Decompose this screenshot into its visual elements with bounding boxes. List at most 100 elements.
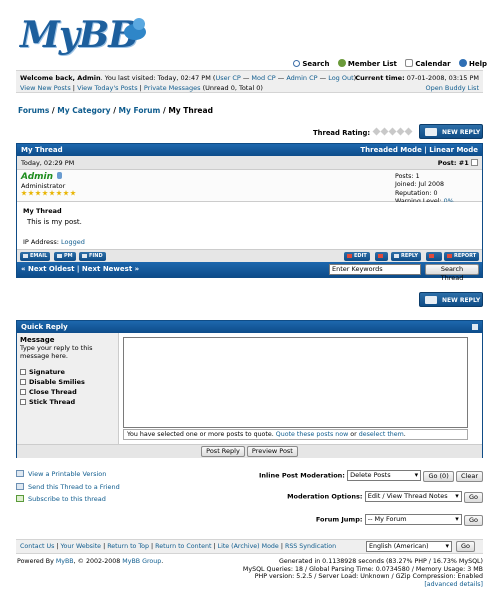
lite-mode-link[interactable]: Lite (Archive) Mode [218, 543, 279, 550]
new-reply-button-bottom[interactable]: NEW REPLY [419, 292, 483, 307]
moderation-options-select[interactable]: Edit / View Thread Notes [364, 491, 462, 502]
debug-queries: MySQL Queries: 18 / Global Parsing Time:… [242, 565, 483, 573]
welcome-user: Admin [77, 74, 101, 82]
website-link[interactable]: Your Website [61, 543, 102, 550]
stat-joined: Joined: Jul 2008 [395, 181, 445, 189]
welcome-prefix: Welcome back, [20, 74, 78, 82]
pm-button[interactable]: PM [54, 252, 76, 261]
deselect-link[interactable]: deselect them [359, 431, 404, 438]
crumb-category[interactable]: My Category [57, 106, 110, 115]
warn-button[interactable] [426, 252, 442, 261]
post-number[interactable]: Post: #1 [438, 156, 478, 170]
checkbox[interactable] [20, 389, 26, 395]
disable-smilies-label: Disable Smilies [29, 378, 85, 386]
help-link[interactable]: Help [458, 59, 487, 68]
view-new-posts-link[interactable]: View New Posts [20, 84, 71, 92]
calendar-link[interactable]: Calendar [405, 59, 451, 68]
search-link[interactable]: Search [293, 60, 329, 68]
rss-link[interactable]: RSS Syndication [285, 543, 336, 550]
stick-thread-option[interactable]: Stick Thread [20, 398, 115, 406]
post-reply-button[interactable]: Post Reply [201, 446, 245, 457]
clear-button[interactable]: Clear [456, 470, 483, 482]
subscribe-item[interactable]: Subscribe to this thread [16, 493, 120, 506]
subscribe-icon [16, 495, 24, 502]
new-reply-button[interactable]: NEW REPLY [419, 124, 483, 139]
send-friend-link[interactable]: Send this Thread to a Friend [28, 483, 120, 491]
welcome-links: View New Posts | View Today's Posts | Pr… [20, 84, 263, 92]
crumb-forums[interactable]: Forums [18, 106, 49, 115]
view-todays-posts-link[interactable]: View Today's Posts [77, 84, 138, 92]
thread-rating-label: Thread Rating: [313, 129, 371, 137]
next-oldest-link[interactable]: « Next Oldest [21, 265, 74, 273]
inline-go-button[interactable]: Go (0) [423, 470, 454, 482]
search-keywords-input[interactable]: Enter Keywords [329, 264, 421, 275]
quote-now-link[interactable]: Quote these posts now [276, 431, 349, 438]
ip-address: IP Address: Logged [23, 238, 85, 246]
close-thread-option[interactable]: Close Thread [20, 388, 115, 396]
quick-reply-header[interactable]: Quick Reply [17, 321, 482, 333]
forum-jump-go-button[interactable]: Go [463, 514, 483, 526]
printable-item[interactable]: View a Printable Version [16, 468, 120, 481]
language-select[interactable]: English (American) [366, 541, 452, 552]
post-checkbox[interactable] [471, 159, 478, 166]
checkbox[interactable] [20, 379, 26, 385]
author-name[interactable]: Admin [21, 172, 53, 182]
member-list-link[interactable]: Member List [337, 59, 397, 68]
search-thread-button[interactable]: Search Thread [425, 264, 479, 282]
signature-option[interactable]: Signature [20, 368, 115, 376]
user-cp-link[interactable]: User CP [215, 74, 240, 82]
contact-link[interactable]: Contact Us [20, 543, 54, 550]
advanced-details-link[interactable]: [advanced details] [424, 581, 483, 588]
forum-jump-label: Forum Jump: [315, 515, 363, 524]
stat-reputation: Reputation: 0 [395, 189, 438, 197]
inline-moderation-select[interactable]: Delete Posts [347, 470, 422, 481]
return-content-link[interactable]: Return to Content [155, 543, 211, 550]
reply-button[interactable]: REPLY [391, 252, 421, 261]
buddy-list-link[interactable]: Open Buddy List [425, 84, 479, 92]
checkbox[interactable] [20, 399, 26, 405]
checkbox[interactable] [20, 369, 26, 375]
crumb-forum[interactable]: My Forum [119, 106, 161, 115]
delete-post-button[interactable] [375, 252, 388, 261]
private-messages-link[interactable]: Private Messages [144, 84, 201, 92]
sep-2: — [275, 74, 287, 82]
message-textarea[interactable] [123, 337, 468, 428]
ip-logged-link[interactable]: Logged [61, 238, 85, 246]
logo-text: MyBB [20, 14, 139, 56]
subscribe-link[interactable]: Subscribe to this thread [28, 495, 106, 503]
edit-button[interactable]: EDIT [344, 252, 370, 261]
mod-cp-link[interactable]: Mod CP [251, 74, 275, 82]
send-friend-item[interactable]: Send this Thread to a Friend [16, 481, 120, 494]
find-button[interactable]: FIND [79, 252, 106, 261]
rating-star-icon[interactable] [404, 127, 413, 136]
threaded-mode-link[interactable]: Threaded Mode [360, 146, 421, 154]
language-go-button[interactable]: Go [456, 541, 476, 552]
breadcrumb: Forums / My Category / My Forum / My Thr… [18, 106, 213, 115]
preview-post-button[interactable]: Preview Post [246, 446, 298, 457]
user-star-icon [21, 190, 27, 196]
mybb-link[interactable]: MyBB [56, 558, 74, 565]
disable-smilies-option[interactable]: Disable Smilies [20, 378, 115, 386]
printable-link[interactable]: View a Printable Version [28, 470, 106, 478]
log-out-link[interactable]: Log Out [328, 74, 353, 82]
help-icon [458, 59, 467, 67]
member-list-label: Member List [347, 60, 397, 68]
current-time: Current time: 07-01-2008, 03:15 PM [355, 74, 479, 82]
email-button[interactable]: EMAIL [20, 252, 51, 261]
admin-cp-link[interactable]: Admin CP [286, 74, 317, 82]
rating-stars[interactable] [372, 127, 413, 137]
mybb-logo[interactable]: MyBB [20, 14, 160, 56]
moderation-go-button[interactable]: Go [463, 491, 483, 503]
mybb-group-link[interactable]: MyBB Group [122, 558, 161, 565]
post-message: This is my post. [27, 218, 82, 226]
linear-mode-link[interactable]: Linear Mode [429, 146, 478, 154]
search-icon [293, 60, 301, 67]
forum-jump-select[interactable]: -- My Forum [364, 514, 462, 525]
printer-icon [16, 470, 24, 477]
next-newest-link[interactable]: Next Newest » [82, 265, 139, 273]
post-number-label: Post: #1 [437, 159, 469, 167]
report-button[interactable]: REPORT [444, 252, 480, 261]
user-star-icon [42, 190, 48, 196]
user-star-icon [70, 190, 76, 196]
return-top-link[interactable]: Return to Top [107, 543, 149, 550]
